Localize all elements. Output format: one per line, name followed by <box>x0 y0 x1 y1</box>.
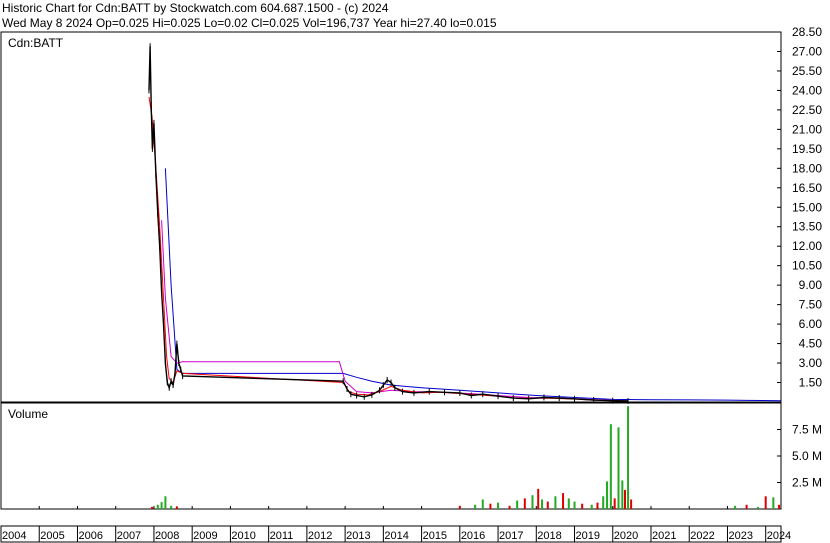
price-y-tick-label: 24.00 <box>792 83 822 97</box>
volume-bar <box>596 502 599 509</box>
volume-bar <box>627 406 630 509</box>
volume-bar <box>164 496 167 509</box>
price-y-tick-label: 22.50 <box>792 103 822 117</box>
volume-bar <box>497 502 500 509</box>
year-tick-label: 2013 <box>346 530 370 542</box>
year-tick-label: 2012 <box>308 530 332 542</box>
price-series <box>148 43 782 404</box>
volume-bar <box>170 505 173 509</box>
series-ma-short <box>148 96 629 402</box>
price-y-tick-label: 3.00 <box>799 356 823 370</box>
price-panel-frame <box>0 31 782 403</box>
year-tick-label: 2020 <box>614 530 638 542</box>
stock-chart: Cdn:BATT Volume 1.50 3.00 4.50 6.00 7.50 9.00… <box>0 25 822 543</box>
series-ma-long <box>164 168 782 402</box>
volume-bar <box>624 489 626 509</box>
volume-y-axis: 2.5 M 5.0 M 7.5 M <box>777 423 822 490</box>
volume-bar <box>617 427 620 509</box>
price-y-tick-label: 27.00 <box>792 44 822 58</box>
volume-bar <box>602 496 605 509</box>
year-tick-label: 2005 <box>40 530 64 542</box>
price-y-tick-label: 7.50 <box>799 298 823 312</box>
volume-bar <box>745 504 748 509</box>
volume-bar <box>508 505 511 509</box>
year-tick-label: 2008 <box>155 530 179 542</box>
volume-bar <box>489 503 492 509</box>
year-axis: 2004 2005 2006 2007 2008 2009 2010 2011 2012 2013… <box>0 506 791 542</box>
volume-bar <box>516 500 519 509</box>
year-tick-label: 2009 <box>193 530 217 542</box>
volume-bar <box>554 496 557 509</box>
volume-bar <box>474 504 477 509</box>
year-tick-label: 2017 <box>499 530 523 542</box>
year-tick-label: 2018 <box>537 530 561 542</box>
year-tick-label: 2024 <box>767 530 791 542</box>
volume-bar <box>458 505 461 509</box>
volume-bar <box>573 501 576 509</box>
volume-bar <box>541 499 544 509</box>
volume-bar <box>590 504 593 509</box>
volume-bar <box>537 488 540 509</box>
volume-y-tick-label: 7.5 M <box>792 423 822 437</box>
year-tick-label: 2014 <box>384 530 408 542</box>
volume-bar <box>630 499 633 509</box>
price-y-tick-label: 9.00 <box>799 278 823 292</box>
price-y-tick-label: 18.00 <box>792 161 822 175</box>
series-price <box>148 46 629 402</box>
year-tick-label: 2015 <box>423 530 447 542</box>
price-y-tick-label: 10.50 <box>792 259 822 273</box>
volume-bar <box>764 496 767 509</box>
volume-bar <box>156 504 159 509</box>
volume-bar <box>772 497 775 509</box>
volume-bar <box>160 502 163 509</box>
year-tick-label: 2022 <box>690 530 714 542</box>
volume-y-tick-label: 5.0 M <box>792 449 822 463</box>
volume-bar <box>609 424 612 509</box>
volume-y-tick-label: 2.5 M <box>792 476 822 490</box>
price-y-tick-label: 19.50 <box>792 142 822 156</box>
volume-bar <box>581 503 584 509</box>
year-tick-label: 2016 <box>461 530 485 542</box>
price-y-tick-label: 28.50 <box>792 25 822 39</box>
price-y-tick-label: 16.50 <box>792 181 822 195</box>
volume-bar <box>546 501 549 509</box>
price-y-tick-label: 13.50 <box>792 220 822 234</box>
year-tick-label: 2019 <box>576 530 600 542</box>
volume-bar <box>734 505 737 509</box>
price-y-tick-label: 21.00 <box>792 122 822 136</box>
price-panel-title: Cdn:BATT <box>8 36 64 50</box>
price-y-tick-label: 12.00 <box>792 239 822 253</box>
price-y-tick-label: 4.50 <box>799 337 823 351</box>
price-y-axis: 1.50 3.00 4.50 6.00 7.50 9.00 10.50 12.00 13.50 1… <box>777 25 822 390</box>
year-tick-label: 2011 <box>270 530 294 542</box>
volume-bar <box>567 498 570 509</box>
price-y-tick-label: 15.00 <box>792 200 822 214</box>
volume-bar <box>175 506 178 509</box>
volume-bar <box>778 504 781 509</box>
volume-bar <box>481 499 484 509</box>
year-tick-label: 2007 <box>117 530 141 542</box>
volume-bar <box>757 506 760 509</box>
volume-bar <box>562 493 565 509</box>
year-tick-label: 2006 <box>78 530 102 542</box>
year-tick-label: 2023 <box>728 530 752 542</box>
year-tick-label: 2010 <box>231 530 255 542</box>
volume-bar <box>523 498 526 509</box>
volume-bar <box>151 506 154 509</box>
volume-bar <box>606 481 609 509</box>
year-tick-label: 2021 <box>652 530 676 542</box>
volume-bars <box>151 406 781 509</box>
volume-panel-title: Volume <box>8 407 48 421</box>
volume-bar <box>531 495 534 509</box>
price-y-tick-label: 6.00 <box>799 317 823 331</box>
price-y-tick-label: 1.50 <box>799 376 823 390</box>
volume-panel-frame <box>0 402 782 510</box>
volume-bar <box>613 498 616 509</box>
price-y-tick-label: 25.50 <box>792 64 822 78</box>
year-tick-label: 2004 <box>2 530 26 542</box>
volume-bar <box>621 480 624 509</box>
